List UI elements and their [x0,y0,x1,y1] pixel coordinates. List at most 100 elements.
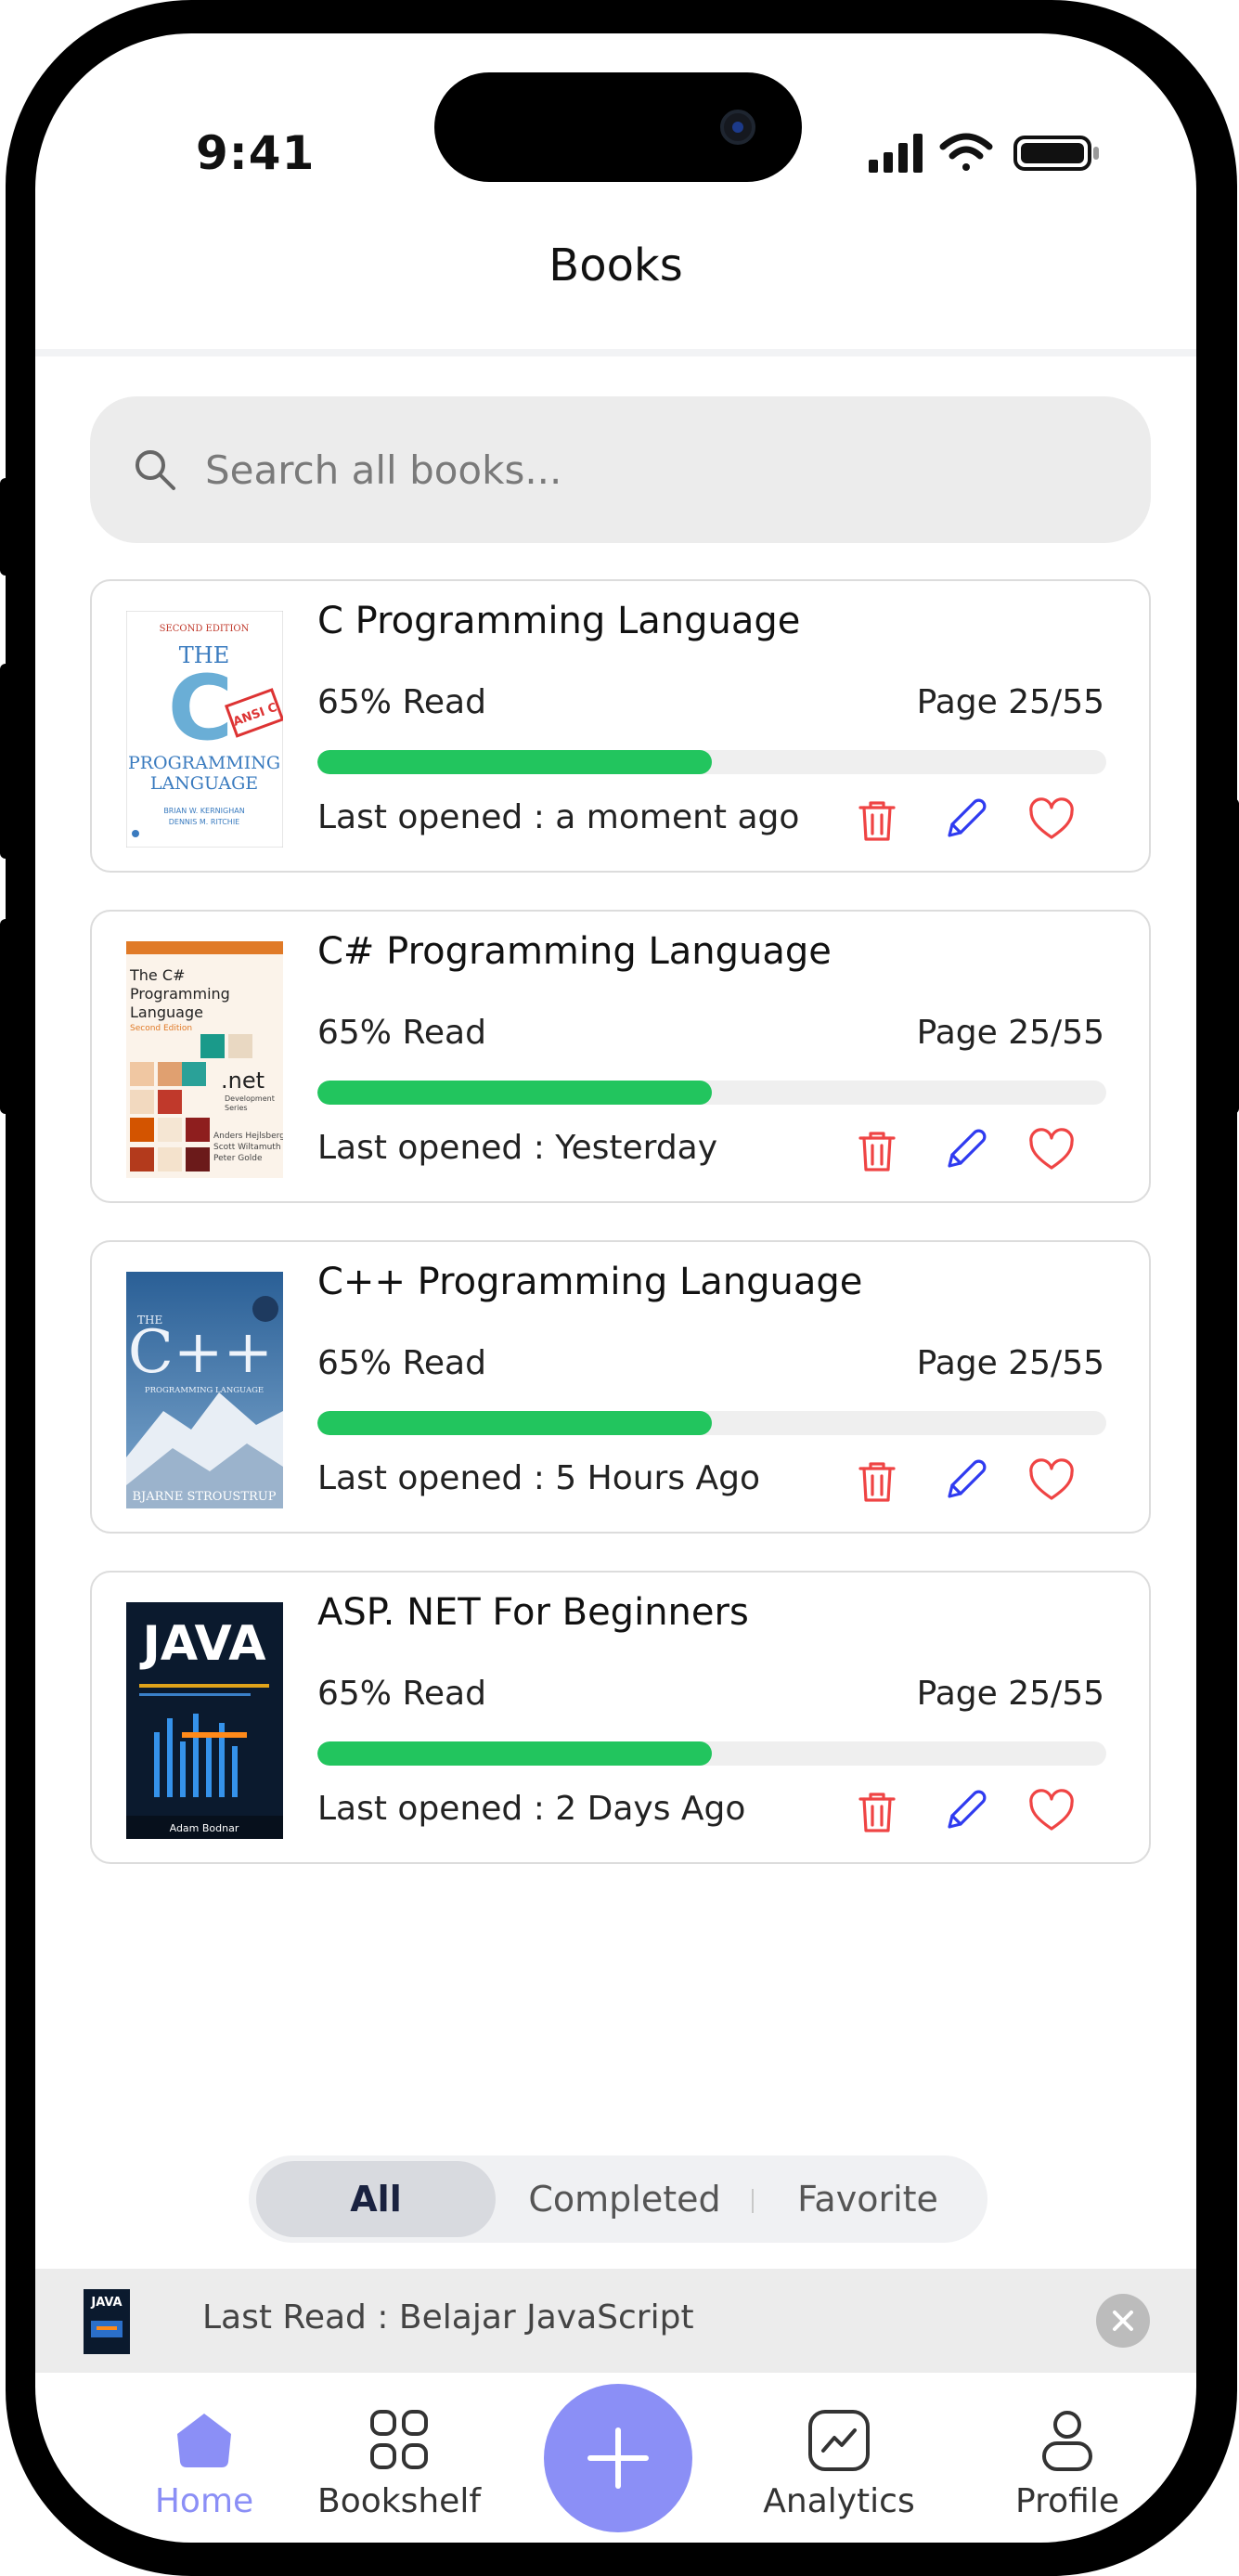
book-cover: SECOND EDITION THE C ANSI C PROGRAMMING … [126,611,283,848]
cover-text: SECOND EDITION [160,624,250,634]
book-title: C Programming Language [317,600,801,642]
dynamic-island [434,72,802,182]
power-button [1228,798,1239,1114]
cover-text: PROGRAMMING LANGUAGE [145,1386,264,1395]
close-button[interactable] [1096,2294,1150,2348]
favorite-button[interactable] [1026,795,1078,847]
delete-button[interactable] [851,1456,903,1508]
delete-button[interactable] [851,795,903,847]
trash-icon [858,1462,896,1502]
header-divider [35,349,1196,356]
page-title: Books [549,239,683,291]
plus-icon [587,2427,649,2489]
page-info: Page 25/55 [916,683,1104,721]
progress-fill [317,1741,712,1766]
book-title: ASP. NET For Beginners [317,1591,749,1634]
analytics-icon [808,2410,870,2471]
pencil-icon [948,1459,987,1498]
battery-icon [1013,136,1099,171]
pencil-icon [948,1790,987,1829]
book-cover: THE C++ PROGRAMMING LANGUAGE BJARNE STRO… [126,1272,283,1508]
filter-completed[interactable]: Completed [509,2161,741,2237]
heart-icon [1029,1458,1074,1500]
status-icons [869,133,1099,173]
cover-text: PROGRAMMING [128,753,280,773]
edit-button[interactable] [938,795,990,847]
action-button [0,478,11,576]
read-percentage: 65% Read [317,1344,486,1382]
edit-button[interactable] [938,1125,990,1177]
page-info: Page 25/55 [916,1344,1104,1382]
cover-text: Peter Golde [213,1154,263,1163]
nav-profile-label: Profile [1015,2482,1119,2520]
nav-analytics[interactable]: Analytics [746,2406,932,2520]
last-read-cover: JAVA [84,2289,130,2354]
search-icon [136,450,175,490]
grid-icon [370,2410,428,2469]
last-opened: Last opened : 5 Hours Ago [317,1459,761,1497]
delete-button[interactable] [851,1125,903,1177]
filter-all[interactable]: All [256,2161,496,2237]
cover-text: Language [130,1003,203,1021]
last-read-banner[interactable]: JAVA Last Read : Belajar JavaScript [35,2269,1196,2373]
cover-text: Series [225,1104,248,1112]
nav-home[interactable]: Home [111,2406,297,2520]
trash-icon [858,1132,896,1171]
favorite-button[interactable] [1026,1456,1078,1508]
cover-text: BRIAN W. KERNIGHAN [163,807,244,815]
book-card[interactable]: SECOND EDITION THE C ANSI C PROGRAMMING … [90,579,1151,873]
nav-bookshelf[interactable]: Bookshelf [306,2406,492,2520]
nav-profile[interactable]: Profile [974,2406,1160,2520]
edit-button[interactable] [938,1786,990,1838]
read-percentage: 65% Read [317,683,486,721]
cover-text: JAVA [90,2296,122,2310]
favorite-button[interactable] [1026,1125,1078,1177]
book-title: C# Programming Language [317,930,832,973]
heart-icon [1029,797,1074,839]
nav-bookshelf-label: Bookshelf [317,2482,481,2520]
camera-icon [720,110,755,145]
cellular-signal-icon [869,134,923,173]
read-percentage: 65% Read [317,1675,486,1713]
progress-fill [317,1411,712,1435]
page-info: Page 25/55 [916,1675,1104,1713]
status-time: 9:41 [196,126,316,180]
filter-favorite[interactable]: Favorite [754,2161,982,2237]
cover-text: Programming [130,985,230,1003]
cover-text: DENNIS M. RITCHIE [169,818,240,826]
cover-text: JAVA [139,1616,265,1672]
reading-progress-bar [317,1741,1106,1766]
heart-icon [1029,1789,1074,1831]
favorite-button[interactable] [1026,1786,1078,1838]
book-card[interactable]: THE C++ PROGRAMMING LANGUAGE BJARNE STRO… [90,1240,1151,1534]
cover-text: The C# [129,966,185,984]
cover-text: LANGUAGE [150,773,258,794]
reading-progress-bar [317,750,1106,774]
cover-text: BJARNE STROUSTRUP [133,1490,277,1504]
reading-progress-bar [317,1411,1106,1435]
search-bar[interactable] [90,396,1151,543]
volume-down-button [0,919,11,1114]
book-card[interactable]: The C# Programming Language Second Editi… [90,910,1151,1203]
close-icon [1113,2311,1133,2331]
search-input[interactable] [205,434,1096,506]
cover-text: Adam Bodnar [170,1822,239,1834]
last-opened: Last opened : Yesterday [317,1129,718,1167]
trash-icon [858,801,896,841]
heart-icon [1029,1128,1074,1170]
delete-button[interactable] [851,1786,903,1838]
edit-button[interactable] [938,1456,990,1508]
home-icon [177,2414,231,2467]
book-card[interactable]: JAVA Adam Bodnar ASP. NET For Beginners … [90,1571,1151,1864]
cover-text: Anders Hejlsberg [213,1132,283,1141]
progress-fill [317,750,712,774]
filter-segmented-control: All Completed Favorite [249,2155,987,2243]
pencil-icon [948,1129,987,1168]
add-book-button[interactable] [544,2384,692,2532]
reading-progress-bar [317,1081,1106,1105]
cover-text: C [168,656,233,760]
book-cover: JAVA Adam Bodnar [126,1602,283,1839]
nav-analytics-label: Analytics [763,2482,915,2520]
profile-icon [1042,2411,1092,2471]
last-opened: Last opened : 2 Days Ago [317,1790,746,1828]
